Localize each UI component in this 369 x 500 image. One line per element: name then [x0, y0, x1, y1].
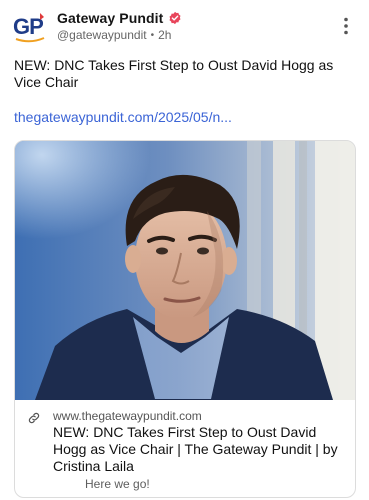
author-name[interactable]: Gateway Pundit — [57, 10, 163, 26]
card-description: Here we go! — [85, 477, 150, 491]
verified-badge-icon — [168, 11, 182, 25]
link-preview-card[interactable]: www.thegatewaypundit.com NEW: DNC Takes … — [14, 140, 356, 498]
meta-separator: • — [150, 29, 155, 41]
avatar[interactable]: GP — [13, 8, 47, 46]
more-vertical-icon[interactable] — [341, 16, 351, 36]
author-handle[interactable]: @gatewaypundit — [57, 28, 147, 42]
card-image[interactable] — [15, 141, 355, 400]
link-icon — [27, 411, 41, 425]
post: GP Gateway Pundit @gatewaypundit • 2h NE… — [0, 0, 369, 500]
post-time: 2h — [158, 28, 172, 42]
svg-text:GP: GP — [13, 14, 43, 39]
post-link[interactable]: thegatewaypundit.com/2025/05/n... — [14, 109, 232, 126]
card-title[interactable]: NEW: DNC Takes First Step to Oust David … — [53, 424, 349, 475]
post-header: GP Gateway Pundit @gatewaypundit • 2h — [13, 8, 357, 46]
author-info: Gateway Pundit @gatewaypundit • 2h — [57, 9, 182, 47]
post-text: NEW: DNC Takes First Step to Oust David … — [14, 57, 334, 90]
card-domain: www.thegatewaypundit.com — [53, 409, 202, 423]
card-body: www.thegatewaypundit.com NEW: DNC Takes … — [15, 400, 355, 497]
